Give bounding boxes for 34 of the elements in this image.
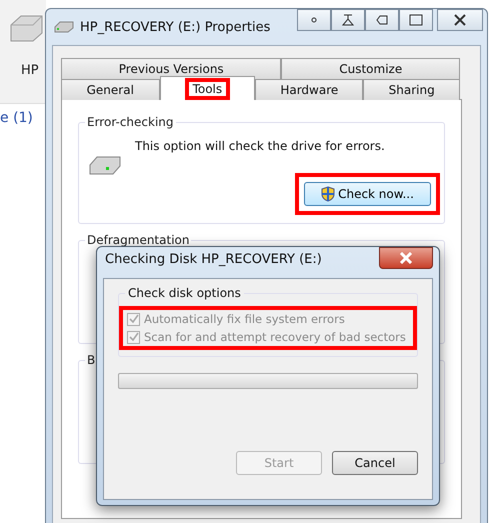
tab[interactable]: General	[61, 79, 160, 100]
tab[interactable]: Tools	[160, 76, 256, 100]
link-text[interactable]: e (1)	[0, 110, 33, 126]
restore-icon	[375, 14, 389, 26]
group-title: Defragmentation	[85, 233, 192, 247]
close-button[interactable]	[379, 247, 433, 269]
close-button[interactable]	[437, 9, 483, 31]
close-icon	[399, 252, 413, 264]
window-title: HP_RECOVERY (E:) Properties	[80, 20, 272, 34]
shield-icon	[321, 186, 336, 202]
tab[interactable]: Customize	[281, 58, 460, 79]
description-text: This option will check the drive for errors.	[135, 139, 385, 153]
tab[interactable]: Hardware	[255, 79, 364, 100]
drive-tile[interactable]: HP	[0, 0, 46, 104]
maximize-button[interactable]	[399, 9, 433, 31]
close-icon	[453, 14, 467, 26]
drive-label: HP	[21, 63, 39, 78]
dot-icon	[311, 17, 317, 23]
drive-icon	[89, 155, 121, 175]
dot-button[interactable]	[297, 9, 331, 31]
pin-button[interactable]	[331, 9, 365, 31]
dialog-title: Checking Disk HP_RECOVERY (E:)	[105, 252, 322, 267]
maximize-icon	[409, 14, 423, 26]
group-title: B	[85, 353, 98, 367]
group-title: Error-checking	[85, 115, 176, 129]
group-title: Check disk options	[125, 286, 244, 300]
tab[interactable]: Previous Versions	[61, 58, 282, 79]
dialog-button[interactable]: Cancel	[332, 451, 418, 475]
tab[interactable]: Sharing	[363, 79, 460, 100]
check-now-button[interactable]: Check now...	[304, 182, 431, 206]
drive-icon	[9, 13, 43, 43]
drive-icon	[54, 21, 74, 33]
pin-icon	[341, 14, 355, 26]
restore-button[interactable]	[365, 9, 399, 31]
